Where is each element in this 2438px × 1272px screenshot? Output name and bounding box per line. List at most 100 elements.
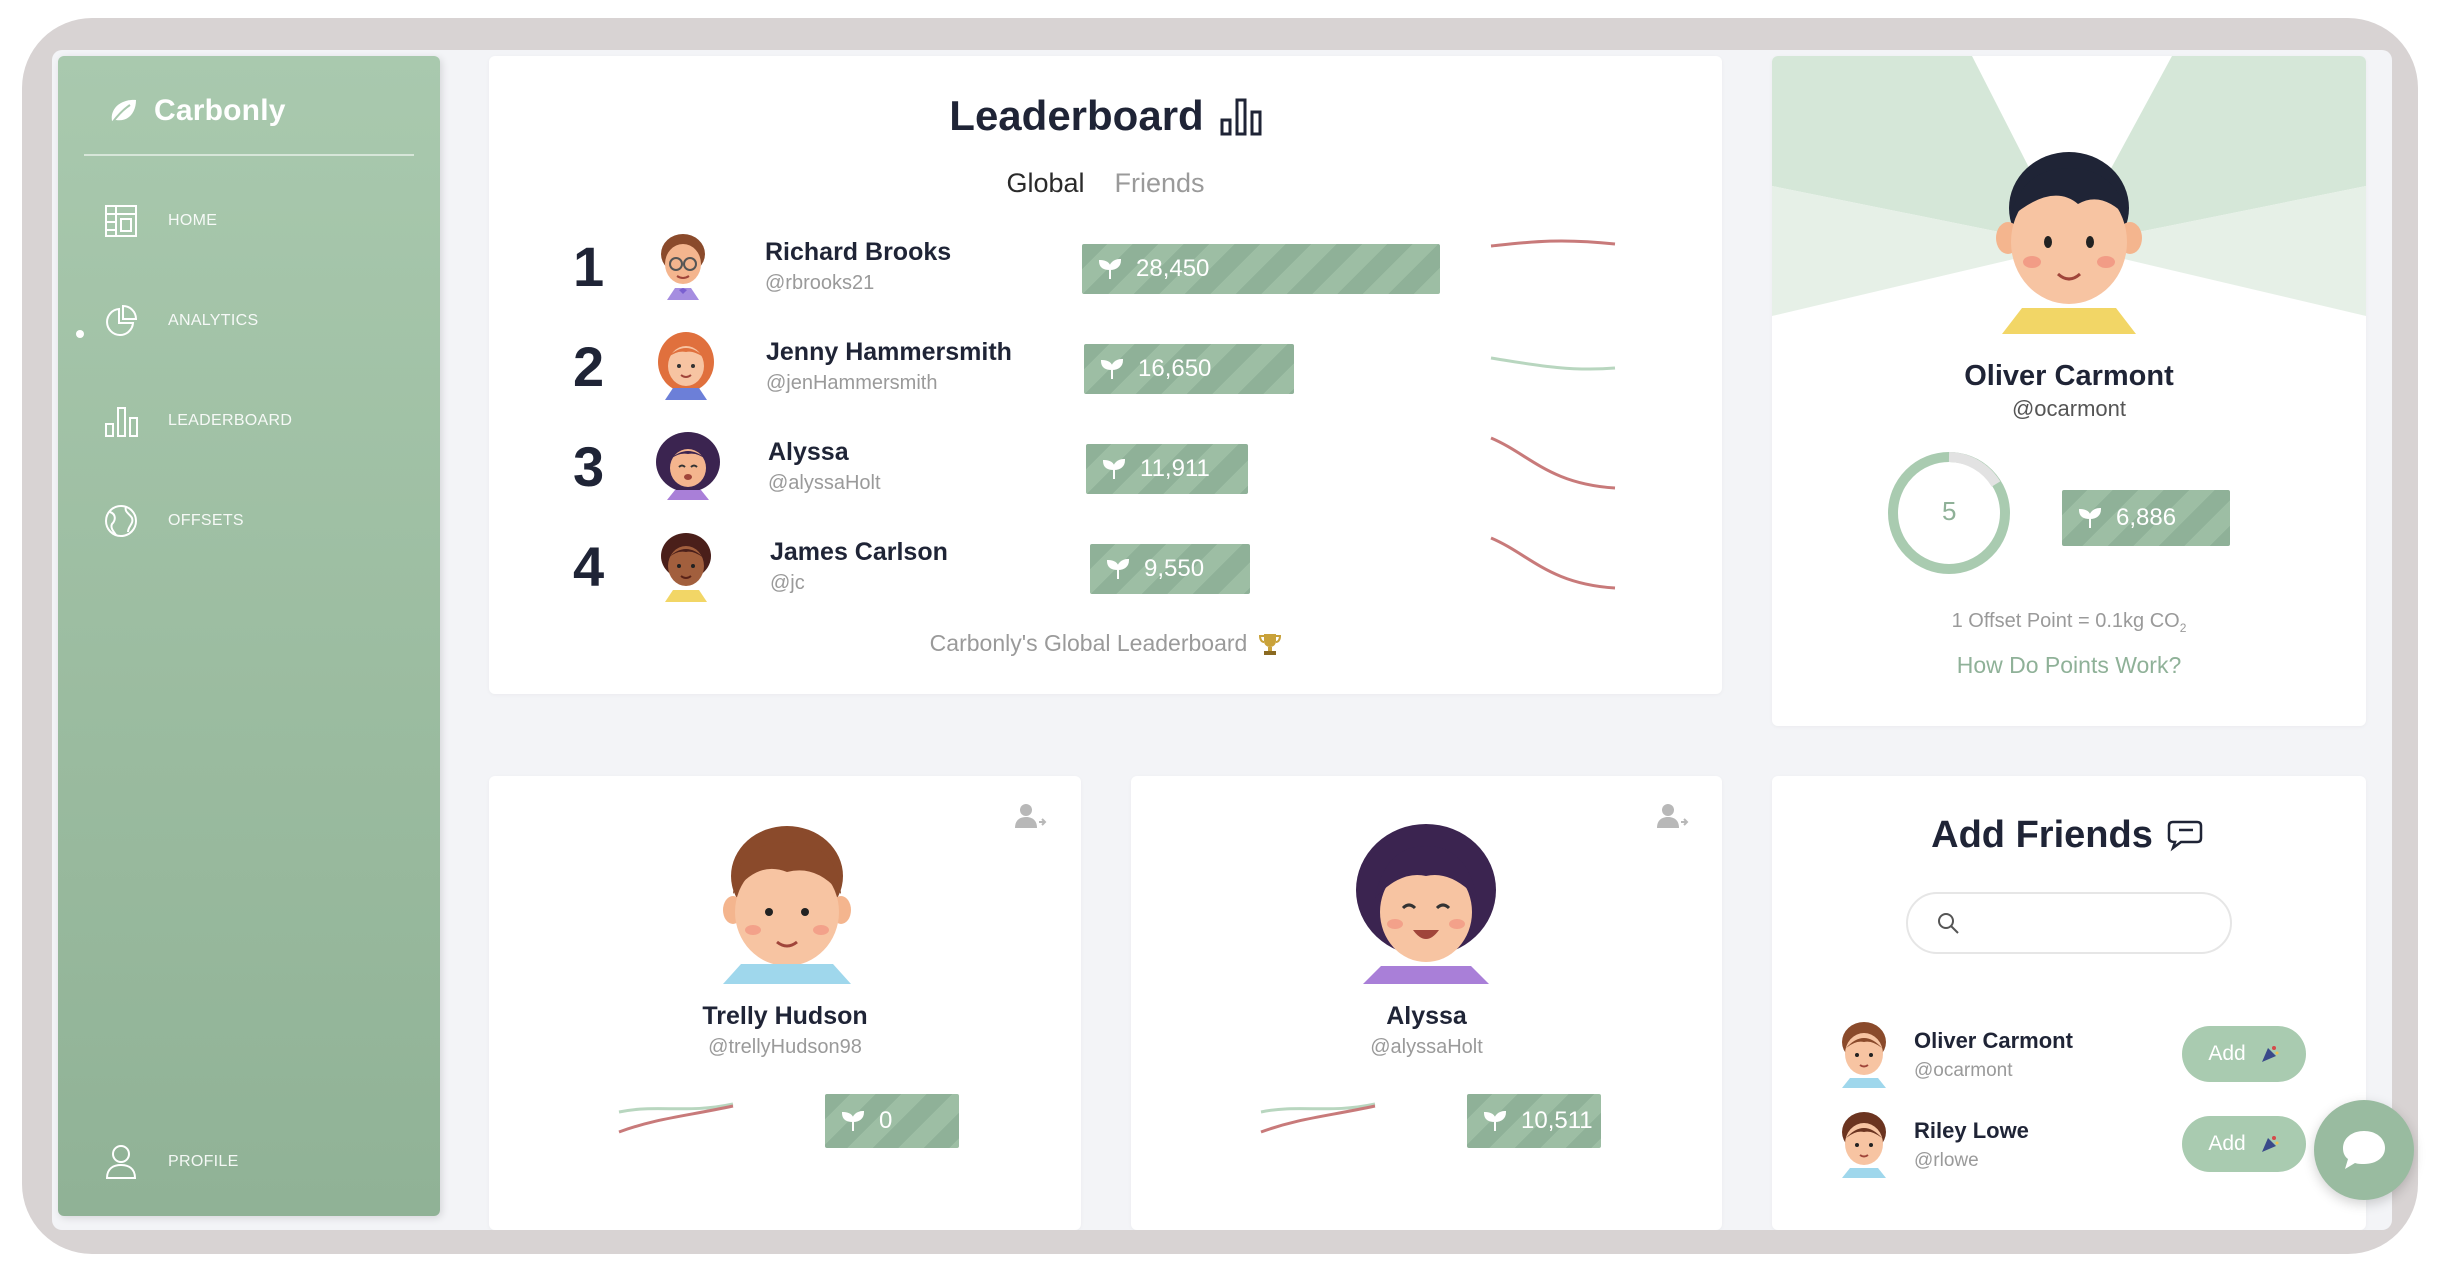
ring-value: 5 [1942, 496, 1957, 526]
add-friends-card: Add Friends Oliver Carmont @ocarmont Add… [1772, 776, 2366, 1230]
trend-sparkline [1490, 356, 1616, 371]
points-value: 28,450 [1136, 255, 1210, 282]
sprout-icon [1483, 1110, 1507, 1131]
sprout-icon [841, 1110, 865, 1131]
sidebar: Carbonly HOME ANALYTICS LEADERBOARD OFFS… [58, 56, 440, 1216]
party-icon [2261, 1136, 2279, 1152]
chat-bubbles-icon [2167, 820, 2203, 851]
sprout-icon [1100, 358, 1124, 379]
nav-item-home[interactable]: HOME [104, 204, 217, 238]
tab-friends[interactable]: Friends [1115, 168, 1205, 199]
user-name: Jenny Hammersmith [766, 338, 1012, 366]
search-box[interactable] [1906, 892, 2232, 954]
offset-note-subscript: 2 [2179, 621, 2187, 635]
leaderboard-title: Leaderboard [949, 92, 1204, 139]
leaderboard-card: Leaderboard Global Friends 1 Richard Bro… [489, 56, 1722, 694]
nav-label-profile: PROFILE [168, 1153, 239, 1170]
friend-card: Alyssa @alyssaHolt 10,511 [1131, 776, 1722, 1230]
friend-handle: @alyssaHolt [1370, 1036, 1483, 1058]
add-button-label: Add [2208, 1042, 2246, 1065]
avatar [1842, 1022, 1886, 1088]
leaderboard-footer: Carbonly's Global Leaderboard [489, 630, 1722, 657]
brand[interactable]: Carbonly [108, 94, 286, 128]
nav-item-leaderboard[interactable]: LEADERBOARD [104, 404, 292, 438]
pie-chart-icon [106, 304, 138, 336]
search-icon [1938, 913, 1959, 934]
search-input[interactable] [1972, 911, 2212, 935]
user-handle: @alyssaHolt [768, 472, 881, 494]
trend-sparkline [1490, 536, 1616, 590]
friend-name: Alyssa [1386, 1002, 1467, 1030]
points-value: 9,550 [1144, 555, 1205, 582]
friend-avatar [723, 826, 851, 984]
sprout-icon [1106, 558, 1130, 579]
chat-button[interactable] [2314, 1100, 2414, 1200]
trend-sparkline [1260, 1102, 1376, 1134]
avatar [1842, 1112, 1886, 1178]
add-friends-title: Add Friends [1931, 814, 2153, 856]
points-value: 16,650 [1138, 355, 1212, 382]
brand-name: Carbonly [154, 94, 286, 127]
points-badge: 6,886 [2062, 490, 2230, 546]
globe-icon [105, 505, 137, 537]
chat-icon [2343, 1131, 2385, 1169]
user-icon [105, 1145, 137, 1179]
add-user-icon[interactable] [1655, 802, 1689, 832]
user-handle: @rbrooks21 [765, 272, 875, 294]
add-friend-button[interactable]: Add [2182, 1116, 2306, 1172]
suggestion-name: Oliver Carmont [1914, 1028, 2073, 1053]
points-badge: 28,450 [1082, 244, 1440, 294]
avatar [661, 533, 711, 602]
nav-label-offsets: OFFSETS [168, 512, 244, 529]
profile-avatar [1996, 152, 2142, 334]
friend-avatar [1356, 824, 1496, 984]
active-indicator [76, 330, 84, 338]
points-badge: 16,650 [1084, 344, 1294, 394]
points-badge: 9,550 [1090, 544, 1250, 594]
points-value: 10,511 [1521, 1107, 1593, 1134]
offset-note-text: 1 Offset Point = 0.1kg CO [1951, 610, 2180, 632]
rank-number: 4 [573, 535, 605, 598]
leaf-logo-icon [111, 99, 136, 124]
points-badge: 11,911 [1086, 444, 1248, 494]
add-friend-button[interactable]: Add [2182, 1026, 2306, 1082]
nav-item-analytics[interactable]: ANALYTICS [104, 304, 258, 338]
rank-number: 3 [573, 435, 605, 498]
tab-global[interactable]: Global [1006, 168, 1084, 199]
trend-sparkline [1490, 436, 1616, 490]
user-name: Richard Brooks [765, 238, 952, 266]
suggestion-name: Riley Lowe [1914, 1118, 2029, 1143]
points-value: 11,911 [1140, 455, 1210, 482]
points-value: 0 [879, 1107, 893, 1134]
sprout-icon [1102, 458, 1126, 479]
friend-name: Trelly Hudson [702, 1002, 868, 1030]
nav-label-leaderboard: LEADERBOARD [168, 412, 293, 429]
how-points-work-link[interactable]: How Do Points Work? [1772, 652, 2366, 679]
user-name: James Carlson [770, 538, 948, 566]
add-friends-heading: Add Friends [1772, 814, 2366, 857]
profile-card: Oliver Carmont @ocarmont 5 6,886 1 Offse… [1772, 56, 2366, 726]
nav-label-analytics: ANALYTICS [168, 312, 259, 329]
points-value: 6,886 [2116, 504, 2177, 531]
nav-item-profile[interactable]: PROFILE [104, 1144, 239, 1180]
suggestion-handle: @ocarmont [1914, 1060, 2013, 1081]
leaderboard-tabs: Global Friends [489, 168, 1722, 199]
avatar [656, 432, 720, 500]
app-screen: Carbonly HOME ANALYTICS LEADERBOARD OFFS… [52, 50, 2392, 1230]
nav-item-offsets[interactable]: OFFSETS [104, 504, 244, 538]
sprout-icon [1098, 258, 1122, 279]
avatar [658, 332, 714, 400]
friend-handle: @trellyHudson98 [708, 1036, 862, 1058]
trophy-icon [1259, 633, 1282, 655]
sprout-icon [2078, 507, 2102, 528]
profile-name: Oliver Carmont [1964, 360, 2174, 392]
footer-text: Carbonly's Global Leaderboard [929, 630, 1248, 656]
nav-label-home: HOME [168, 212, 218, 229]
user-name: Alyssa [768, 438, 849, 466]
profile-handle: @ocarmont [2011, 396, 2127, 421]
offset-note: 1 Offset Point = 0.1kg CO2 [1772, 610, 2366, 635]
rank-number: 1 [573, 235, 605, 298]
add-user-icon[interactable] [1013, 802, 1047, 832]
friend-card: Trelly Hudson @trellyHudson98 0 [489, 776, 1081, 1230]
bar-chart-icon [105, 407, 138, 437]
